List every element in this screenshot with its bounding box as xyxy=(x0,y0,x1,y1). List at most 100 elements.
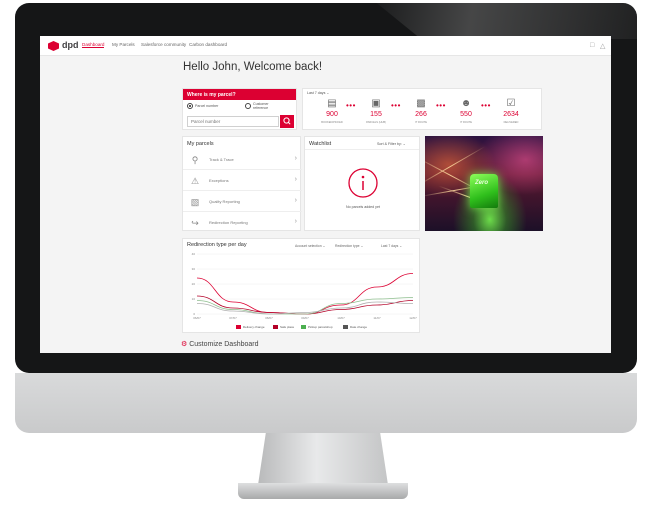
bell-icon[interactable]: △ xyxy=(600,42,605,50)
my-parcels-card: My parcels ⚲ Track & Trace › ⚠ Exception… xyxy=(182,136,302,233)
y-tick-label: 40 xyxy=(192,252,196,256)
stat-label-5: DELIVERED xyxy=(503,121,519,124)
legend-label-date-change: Date change xyxy=(350,325,368,329)
x-tick-label: 12/07 xyxy=(409,316,417,320)
x-tick-label: 06/07 xyxy=(193,316,201,320)
parcel-number-input[interactable] xyxy=(187,116,279,127)
app-screen: dpd Dashboard My Parcels Salesforce comm… xyxy=(40,36,611,353)
progress-dots-4: ••• xyxy=(481,101,491,110)
stat-value-3: 266 xyxy=(415,111,427,118)
welcome-heading: Hello John, Welcome back! xyxy=(183,61,323,73)
watchlist-title: Watchlist xyxy=(309,141,332,147)
pin-icon: ⚲ xyxy=(191,155,199,165)
radio-customer-label-2: reference xyxy=(253,106,269,110)
monitor-base xyxy=(238,483,408,499)
stats-period-label: Last 7 days xyxy=(307,91,326,95)
list-item-label: Quality Reporting xyxy=(209,199,240,204)
radio-customer-reference[interactable] xyxy=(245,103,251,109)
chart-period-label: Last 7 days xyxy=(381,244,399,248)
sort-filter-dropdown[interactable]: Sort & Filter by: ⌄ xyxy=(377,142,406,146)
search-icon xyxy=(283,117,291,125)
info-icon xyxy=(348,168,378,198)
customize-dashboard-button[interactable]: ⚙ Customize Dashboard xyxy=(181,340,259,348)
redirection-chart-card: Redirection type per day Account selecti… xyxy=(182,238,420,333)
customize-dashboard-label: Customize Dashboard xyxy=(189,341,259,348)
stats-period-dropdown[interactable]: Last 7 days ⌄ xyxy=(307,91,329,95)
redirection-line-chart: 01020304006/07 07/07 08/07 09/07 10/07 11/07 1… xyxy=(192,252,417,320)
legend-label-delivery-change: Delivery change xyxy=(243,325,265,329)
radio-parcel-number[interactable] xyxy=(187,103,193,109)
legend-label-safe-place: Safe place xyxy=(280,325,295,329)
van-icon: ▩ xyxy=(416,98,426,109)
redirection-type-label: Redirection type xyxy=(335,244,360,248)
search-button[interactable] xyxy=(280,115,294,128)
legend-swatch-delivery-change xyxy=(236,325,241,329)
account-selection-dropdown[interactable]: Account selection ⌄ xyxy=(295,244,325,248)
parcel-finder-header: Where is my parcel? xyxy=(183,89,296,100)
list-item-label: Exceptions xyxy=(209,178,229,183)
chevron-right-icon: › xyxy=(294,197,297,204)
promo-image: Zero xyxy=(425,136,543,231)
check-icon: ☑ xyxy=(506,98,516,109)
y-tick-label: 20 xyxy=(192,282,196,286)
parcel-finder-title: Where is my parcel? xyxy=(187,92,236,98)
list-item-label: Track & Trace xyxy=(209,157,234,162)
stat-value-1: 900 xyxy=(326,111,338,118)
sort-filter-label: Sort & Filter by: xyxy=(377,142,402,146)
bookmark-icon[interactable]: □ xyxy=(590,42,594,49)
stat-label-4: IT ROUTE xyxy=(459,121,473,124)
list-item-label: Redirection Reporting xyxy=(209,220,248,225)
parcel-stats-card: Last 7 days ⌄ ▤ 900 BOOKED/PICKED ••• ▣ … xyxy=(302,88,542,130)
stat-value-4: 550 xyxy=(460,111,472,118)
nav-dashboard[interactable]: Dashboard xyxy=(82,42,105,48)
radio-parcel-number-label: Parcel number xyxy=(195,104,219,108)
person-icon: ☻ xyxy=(460,98,472,109)
progress-dots-1: ••• xyxy=(346,101,356,110)
list-item-redirection-reporting[interactable]: ↪ Redirection Reporting › xyxy=(183,213,302,233)
gear-icon: ⚙ xyxy=(181,341,188,348)
list-item-exceptions[interactable]: ⚠ Exceptions › xyxy=(183,171,302,191)
promo-badge: Zero xyxy=(475,180,489,186)
nav-my-parcels[interactable]: My Parcels xyxy=(112,42,135,47)
list-item-quality-reporting[interactable]: ▧ Quality Reporting › xyxy=(183,192,302,212)
top-navigation: dpd Dashboard My Parcels Salesforce comm… xyxy=(40,36,611,56)
chevron-right-icon: › xyxy=(294,176,297,183)
stat-label-3: IT ROUTE xyxy=(414,121,428,124)
redirection-type-dropdown[interactable]: Redirection type ⌄ xyxy=(335,244,363,248)
my-parcels-title: My parcels xyxy=(187,141,214,147)
redirect-icon: ↪ xyxy=(191,218,199,228)
list-item-track-trace[interactable]: ⚲ Track & Trace › xyxy=(183,150,302,170)
y-tick-label: 10 xyxy=(192,297,196,301)
y-tick-label: 30 xyxy=(192,267,196,271)
x-tick-label: 11/07 xyxy=(373,316,381,320)
stat-value-5: 2634 xyxy=(503,111,519,118)
chart-period-dropdown[interactable]: Last 7 days ⌄ xyxy=(381,244,402,248)
watchlist-divider xyxy=(305,149,419,150)
legend-swatch-date-change xyxy=(343,325,348,329)
parcel-icon: ▣ xyxy=(371,98,381,109)
desktop-scene: dpd Dashboard My Parcels Salesforce comm… xyxy=(0,0,645,505)
nav-carbon-dashboard[interactable]: Carbon dashboard xyxy=(189,42,227,47)
x-tick-label: 07/07 xyxy=(229,316,237,320)
account-selection-label: Account selection xyxy=(295,244,322,248)
chevron-right-icon: › xyxy=(294,218,297,225)
stat-value-2: 155 xyxy=(370,111,382,118)
bar-chart-icon: ▧ xyxy=(190,197,200,207)
x-tick-label: 08/07 xyxy=(265,316,273,320)
monitor-stand xyxy=(258,433,388,485)
progress-dots-3: ••• xyxy=(436,101,446,110)
progress-dots-2: ••• xyxy=(391,101,401,110)
x-tick-label: 09/07 xyxy=(301,316,309,320)
stat-label-1: BOOKED/PICKED xyxy=(321,121,343,124)
nav-salesforce-community[interactable]: Salesforce community xyxy=(141,42,186,47)
stat-label-2: PARCELS (HUB) xyxy=(366,121,386,124)
watchlist-empty-text: No parcels added yet xyxy=(346,205,380,209)
chevron-right-icon: › xyxy=(294,155,297,162)
dpd-logo-icon xyxy=(48,41,59,51)
box-icon: ▤ xyxy=(327,98,337,109)
brand-name[interactable]: dpd xyxy=(62,40,79,50)
series-line-3 xyxy=(196,297,414,315)
monitor-chin xyxy=(15,373,637,433)
legend-swatch-safe-place xyxy=(273,325,278,329)
chart-title: Redirection type per day xyxy=(187,242,247,248)
